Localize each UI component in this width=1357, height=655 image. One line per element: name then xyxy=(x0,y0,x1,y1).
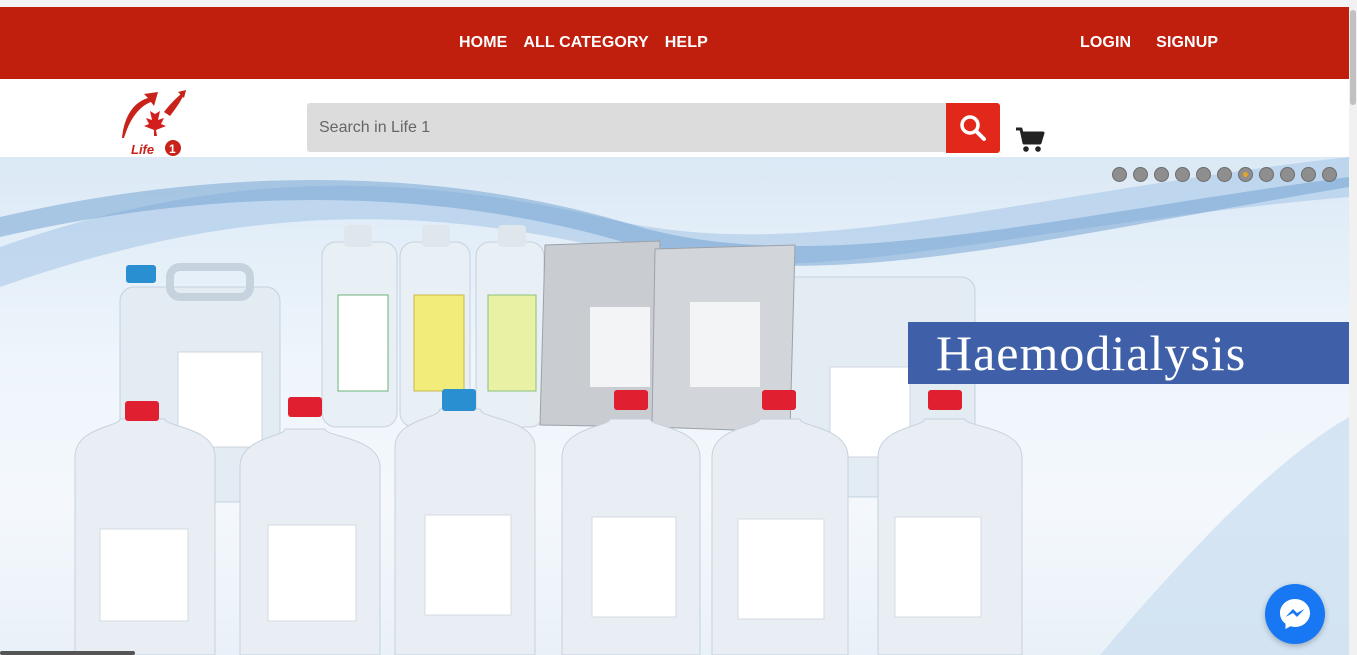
messenger-chat-button[interactable] xyxy=(1265,584,1325,644)
page-scrollbar[interactable] xyxy=(1349,0,1357,655)
slide-dot-11[interactable] xyxy=(1322,167,1337,182)
hero-banner[interactable]: Haemodialysis xyxy=(0,157,1349,655)
login-link[interactable]: LOGIN xyxy=(1080,34,1131,52)
search-input[interactable] xyxy=(307,103,947,152)
banner-caption: Haemodialysis xyxy=(908,322,1349,384)
site-header: Life 1 xyxy=(0,86,1349,157)
slide-dot-4[interactable] xyxy=(1175,167,1190,182)
cart-icon xyxy=(1016,127,1045,152)
bottom-scroll-indicator xyxy=(0,651,135,655)
slide-dot-7[interactable] xyxy=(1238,167,1253,182)
signup-link[interactable]: SIGNUP xyxy=(1156,34,1218,52)
top-navbar: HOME ALL CATEGORY HELP LOGIN SIGNUP xyxy=(0,7,1349,79)
slide-dot-9[interactable] xyxy=(1280,167,1295,182)
scrollbar-thumb[interactable] xyxy=(1350,10,1356,105)
search-icon xyxy=(960,115,986,141)
slide-dot-2[interactable] xyxy=(1133,167,1148,182)
slide-dot-6[interactable] xyxy=(1217,167,1232,182)
messenger-icon xyxy=(1280,599,1310,629)
slide-dot-3[interactable] xyxy=(1154,167,1169,182)
life1-logo[interactable]: Life 1 xyxy=(114,86,190,158)
slide-dot-5[interactable] xyxy=(1196,167,1211,182)
cart-button[interactable] xyxy=(1015,126,1045,154)
svg-text:Life: Life xyxy=(131,142,154,157)
slide-dot-8[interactable] xyxy=(1259,167,1274,182)
slide-dot-10[interactable] xyxy=(1301,167,1316,182)
slider-dots xyxy=(1112,167,1337,182)
top-strip xyxy=(0,0,1349,7)
nav-help-link[interactable]: HELP xyxy=(665,34,708,52)
slide-dot-1[interactable] xyxy=(1112,167,1127,182)
nav-all-category-link[interactable]: ALL CATEGORY xyxy=(523,34,648,52)
nav-home-link[interactable]: HOME xyxy=(459,34,507,52)
account-nav: LOGIN SIGNUP xyxy=(1080,7,1243,79)
search-button[interactable] xyxy=(946,103,1000,153)
svg-text:1: 1 xyxy=(169,142,176,156)
main-nav: HOME ALL CATEGORY HELP xyxy=(459,7,724,79)
banner-product-image xyxy=(0,157,1349,655)
